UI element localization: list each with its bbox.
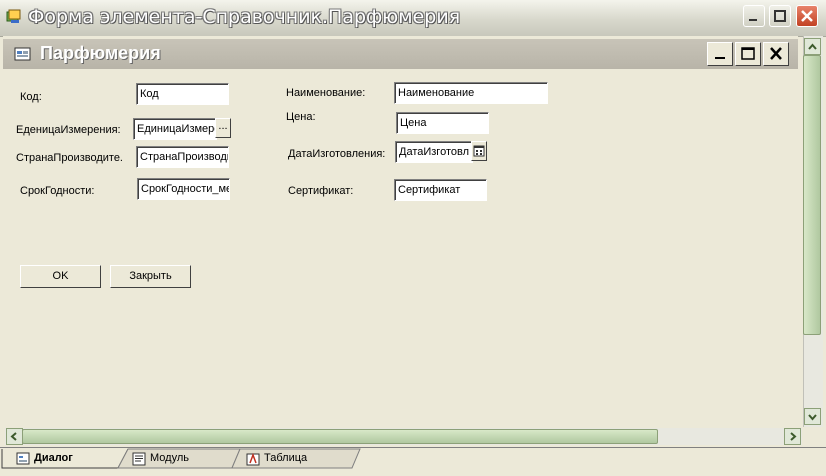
- form-close-button[interactable]: [763, 42, 789, 66]
- module-icon: [132, 452, 146, 466]
- unit-field[interactable]: ЕдиницаИзмере: [133, 118, 217, 140]
- calendar-icon: [473, 145, 485, 157]
- scroll-right-button[interactable]: [784, 428, 801, 445]
- price-field[interactable]: Цена: [396, 112, 489, 134]
- dialog-icon: [16, 452, 30, 465]
- chevron-left-icon: [10, 432, 17, 441]
- tab-table-label: Таблица: [264, 452, 308, 464]
- unit-label: ЕденицаИзмерения:: [16, 124, 121, 136]
- maximize-icon: [741, 47, 755, 60]
- tab-bar: [0, 447, 826, 476]
- maximize-icon: [774, 10, 786, 22]
- window-titlebar[interactable]: Форма элемента-Справочник.Парфюмерия: [0, 0, 826, 37]
- kod-field[interactable]: Код: [136, 83, 229, 105]
- unit-select-button[interactable]: ...: [215, 118, 231, 138]
- tab-module-label: Модуль: [150, 452, 189, 464]
- minimize-button[interactable]: [743, 5, 765, 27]
- tab-shapes: [1, 448, 361, 469]
- chevron-up-icon: [808, 43, 817, 50]
- name-field[interactable]: Наименование: [394, 82, 548, 104]
- chevron-right-icon: [790, 432, 797, 441]
- expiry-label: СрокГодности:: [20, 185, 95, 197]
- scroll-down-button[interactable]: [804, 408, 821, 425]
- horizontal-scroll-thumb[interactable]: [22, 429, 658, 444]
- app-window: Форма элемента-Справочник.Парфюмерия Пар…: [0, 0, 826, 476]
- date-label: ДатаИзготовления:: [288, 148, 386, 160]
- app-icon: [6, 9, 21, 23]
- close-form-button[interactable]: Закрыть: [110, 265, 191, 288]
- table-icon: [246, 452, 260, 466]
- maximize-button[interactable]: [769, 5, 791, 27]
- scroll-left-button[interactable]: [6, 428, 23, 445]
- date-field[interactable]: ДатаИзготовл: [395, 141, 473, 163]
- chevron-down-icon: [808, 414, 817, 421]
- kod-label: Код:: [20, 91, 42, 103]
- country-field[interactable]: СтранаПроизводи: [136, 146, 229, 168]
- window-title: Форма элемента-Справочник.Парфюмерия: [28, 6, 461, 28]
- scroll-up-button[interactable]: [804, 38, 821, 55]
- price-label: Цена:: [286, 111, 316, 123]
- tab-dialog-label: Диалог: [34, 452, 73, 464]
- expiry-field[interactable]: СрокГодности_ме: [137, 178, 230, 200]
- form-icon: [14, 47, 31, 61]
- vertical-scroll-thumb[interactable]: [803, 55, 821, 335]
- date-picker-button[interactable]: [471, 141, 487, 161]
- minimize-icon: [715, 57, 725, 59]
- close-button[interactable]: [796, 5, 818, 27]
- cert-label: Сертификат:: [288, 185, 354, 197]
- close-icon: [801, 10, 813, 22]
- minimize-icon: [749, 19, 757, 21]
- form-maximize-button[interactable]: [735, 42, 761, 66]
- close-icon: [770, 47, 782, 60]
- cert-field[interactable]: Сертификат: [394, 179, 487, 201]
- form-minimize-button[interactable]: [707, 42, 733, 66]
- ok-button[interactable]: OK: [20, 265, 101, 288]
- name-label: Наименование:: [286, 87, 366, 99]
- form-title: Парфюмерия: [40, 43, 161, 63]
- country-label: СтранаПроизводите.: [16, 152, 123, 164]
